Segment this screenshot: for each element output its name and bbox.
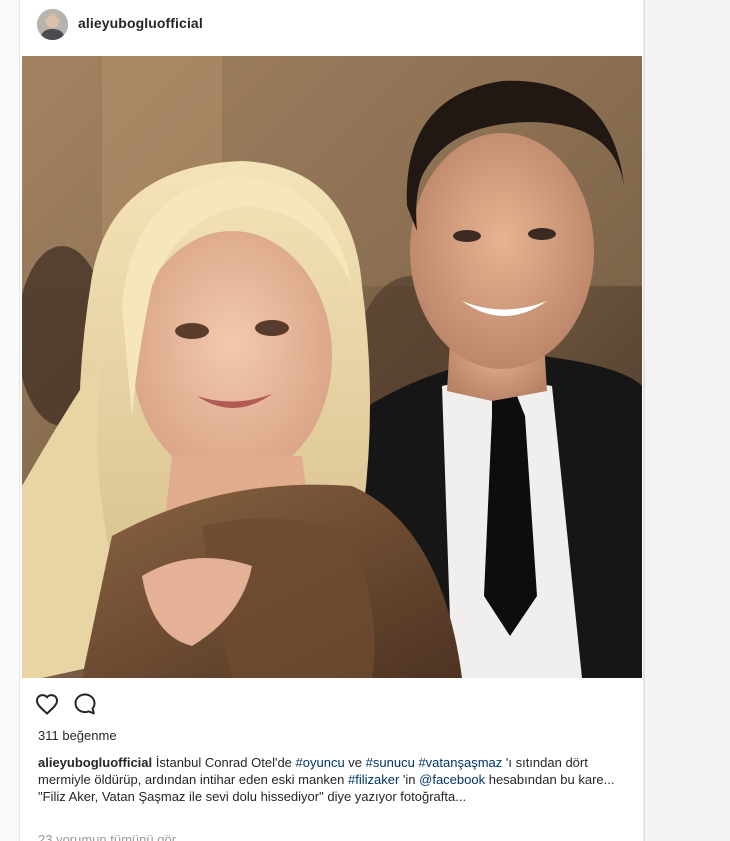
caption-author[interactable]: alieyubogluofficial [38, 755, 152, 770]
caption-text: hesabından bu kare... [485, 772, 615, 787]
mention-facebook[interactable]: @facebook [419, 772, 485, 787]
comment-icon [74, 693, 96, 715]
post-caption: alieyubogluofficial İstanbul Conrad Otel… [38, 754, 633, 805]
hashtag-filizaker[interactable]: #filizaker [348, 772, 399, 787]
likes-count[interactable]: 311 beğenme [38, 728, 117, 743]
heart-icon [35, 694, 59, 715]
hashtag-vatansasmaz[interactable]: #vatanşaşmaz [418, 755, 502, 770]
post-photo[interactable] [22, 56, 642, 678]
avatar-image [37, 9, 68, 40]
page: alieyubogluofficial 311 beğenme alieyubo… [0, 0, 730, 841]
post-photo-image [22, 56, 642, 678]
caption-text: 'in [399, 772, 420, 787]
username[interactable]: alieyubogluofficial [78, 15, 203, 31]
right-rail [644, 0, 730, 841]
hashtag-oyuncu[interactable]: #oyuncu [296, 755, 345, 770]
avatar[interactable] [37, 9, 68, 40]
caption-text: ve [344, 755, 366, 770]
like-button[interactable] [33, 690, 61, 718]
comment-button[interactable] [71, 690, 99, 718]
view-all-comments-link[interactable]: 23 yorumun tümünü gör [38, 832, 176, 841]
post-header: alieyubogluofficial [20, 0, 643, 46]
post-card: alieyubogluofficial 311 beğenme alieyubo… [19, 0, 644, 841]
post-actions [33, 690, 109, 718]
hashtag-sunucu[interactable]: #sunucu [366, 755, 415, 770]
caption-text: İstanbul Conrad Otel'de [152, 755, 296, 770]
caption-quote: "Filiz Aker, Vatan Şaşmaz ile sevi dolu … [38, 789, 467, 804]
